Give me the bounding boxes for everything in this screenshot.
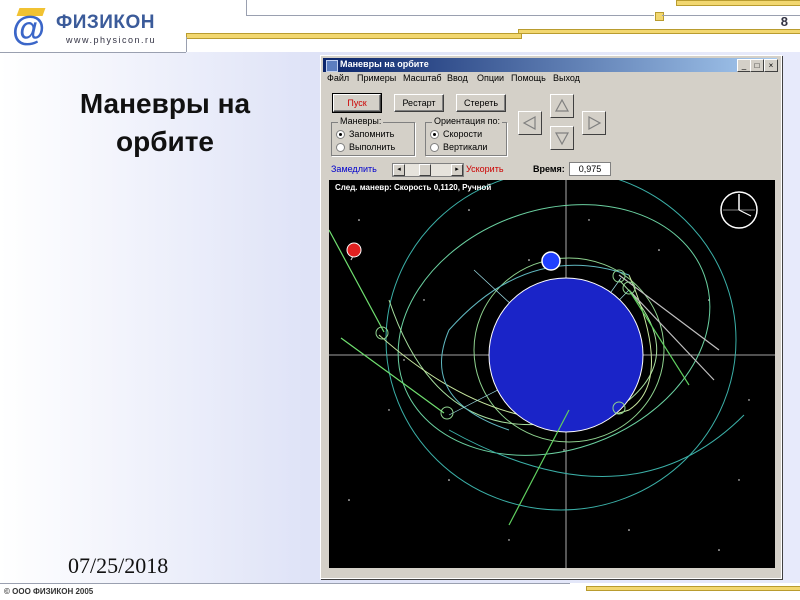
- radio-execute[interactable]: Выполнить: [336, 142, 396, 153]
- logo-url: www.physicon.ru: [66, 35, 157, 45]
- menu-file[interactable]: Файл: [327, 73, 349, 83]
- page-number: 8: [780, 14, 788, 29]
- restart-button[interactable]: Рестарт: [394, 94, 444, 112]
- radio-remember-label: Запомнить: [349, 129, 395, 139]
- radio-velocity-label: Скорости: [443, 129, 483, 139]
- slider-left-button[interactable]: ◂: [393, 164, 405, 176]
- time-label: Время:: [533, 164, 565, 174]
- radio-velocity[interactable]: Скорости: [430, 129, 483, 140]
- planet: [488, 277, 644, 433]
- red-satellite: [346, 242, 362, 258]
- header-accent: [518, 29, 800, 34]
- radio-vertical-label: Вертикали: [443, 142, 488, 152]
- menu-exit[interactable]: Выход: [553, 73, 580, 83]
- app-window: Маневры на орбите _ □ × Файл Примеры Мас…: [320, 55, 782, 579]
- start-button[interactable]: Пуск: [332, 93, 382, 113]
- slider-thumb[interactable]: [419, 164, 431, 176]
- orbit-diagram: [329, 180, 775, 568]
- simulation-canvas[interactable]: След. маневр: Скорость 0,1120, Ручной: [329, 180, 775, 568]
- menu-options[interactable]: Опции: [477, 73, 504, 83]
- radio-remember[interactable]: Запомнить: [336, 129, 395, 140]
- slide-title: Маневры на орбите: [79, 88, 251, 157]
- radio-empty-icon: [336, 143, 345, 153]
- thrust-down-button[interactable]: [550, 126, 574, 150]
- header-divider: [246, 15, 654, 16]
- radio-execute-label: Выполнить: [349, 142, 396, 152]
- app-icon: [326, 60, 338, 72]
- window-title: Маневры на орбите: [340, 59, 429, 69]
- copyright-text: © ООО ФИЗИКОН 2005: [4, 587, 94, 596]
- speed-up-label: Ускорить: [466, 164, 504, 174]
- radio-vertical[interactable]: Вертикали: [430, 142, 488, 153]
- maneuvers-group: Маневры: Запомнить Выполнить: [331, 116, 415, 156]
- slider-right-button[interactable]: ▸: [451, 164, 463, 176]
- radio-selected-icon: [430, 130, 439, 140]
- minimize-button[interactable]: _: [737, 59, 751, 72]
- header-divider: [246, 0, 247, 15]
- radio-empty-icon: [430, 143, 439, 153]
- next-maneuver-info: След. маневр: Скорость 0,1120, Ручной: [335, 183, 492, 192]
- arrow-left-icon: [522, 115, 536, 131]
- close-button[interactable]: ×: [764, 59, 778, 72]
- header-accent: [676, 0, 800, 6]
- footer-accent: [586, 586, 800, 591]
- logo-name: ФИЗИКОН: [56, 12, 156, 33]
- time-value-field: 0,975: [569, 162, 611, 176]
- arrow-down-icon: [554, 132, 570, 146]
- window-titlebar[interactable]: Маневры на орбите _ □ ×: [323, 58, 778, 72]
- maximize-button[interactable]: □: [750, 59, 764, 72]
- thrust-right-button[interactable]: [582, 111, 606, 135]
- slow-down-label: Замедлить: [331, 164, 377, 174]
- menu-help[interactable]: Помощь: [511, 73, 546, 83]
- thrust-up-button[interactable]: [550, 94, 574, 118]
- maneuvers-group-label: Маневры:: [338, 116, 384, 126]
- menu-examples[interactable]: Примеры: [357, 73, 396, 83]
- physicon-logo: @ ФИЗИКОН www.physicon.ru: [12, 8, 212, 48]
- arrow-up-icon: [554, 98, 570, 112]
- blue-satellite: [541, 251, 561, 271]
- header-marker: [655, 12, 664, 21]
- logo-at-symbol: @: [12, 10, 46, 48]
- header-accent: [186, 33, 522, 39]
- slide-date: 07/25/2018: [68, 553, 169, 578]
- orientation-group: Ориентация по: Скорости Вертикали: [425, 116, 507, 156]
- arrow-right-icon: [588, 115, 602, 131]
- menu-input[interactable]: Ввод: [447, 73, 468, 83]
- header-divider: [0, 52, 186, 53]
- speed-slider[interactable]: ◂ ▸: [392, 163, 464, 177]
- thrust-left-button[interactable]: [518, 111, 542, 135]
- menu-scale[interactable]: Масштаб: [403, 73, 442, 83]
- orientation-group-label: Ориентация по:: [432, 116, 502, 126]
- footer-divider: [0, 583, 570, 584]
- clock-icon: [720, 191, 758, 229]
- erase-button[interactable]: Стереть: [456, 94, 506, 112]
- radio-selected-icon: [336, 130, 345, 140]
